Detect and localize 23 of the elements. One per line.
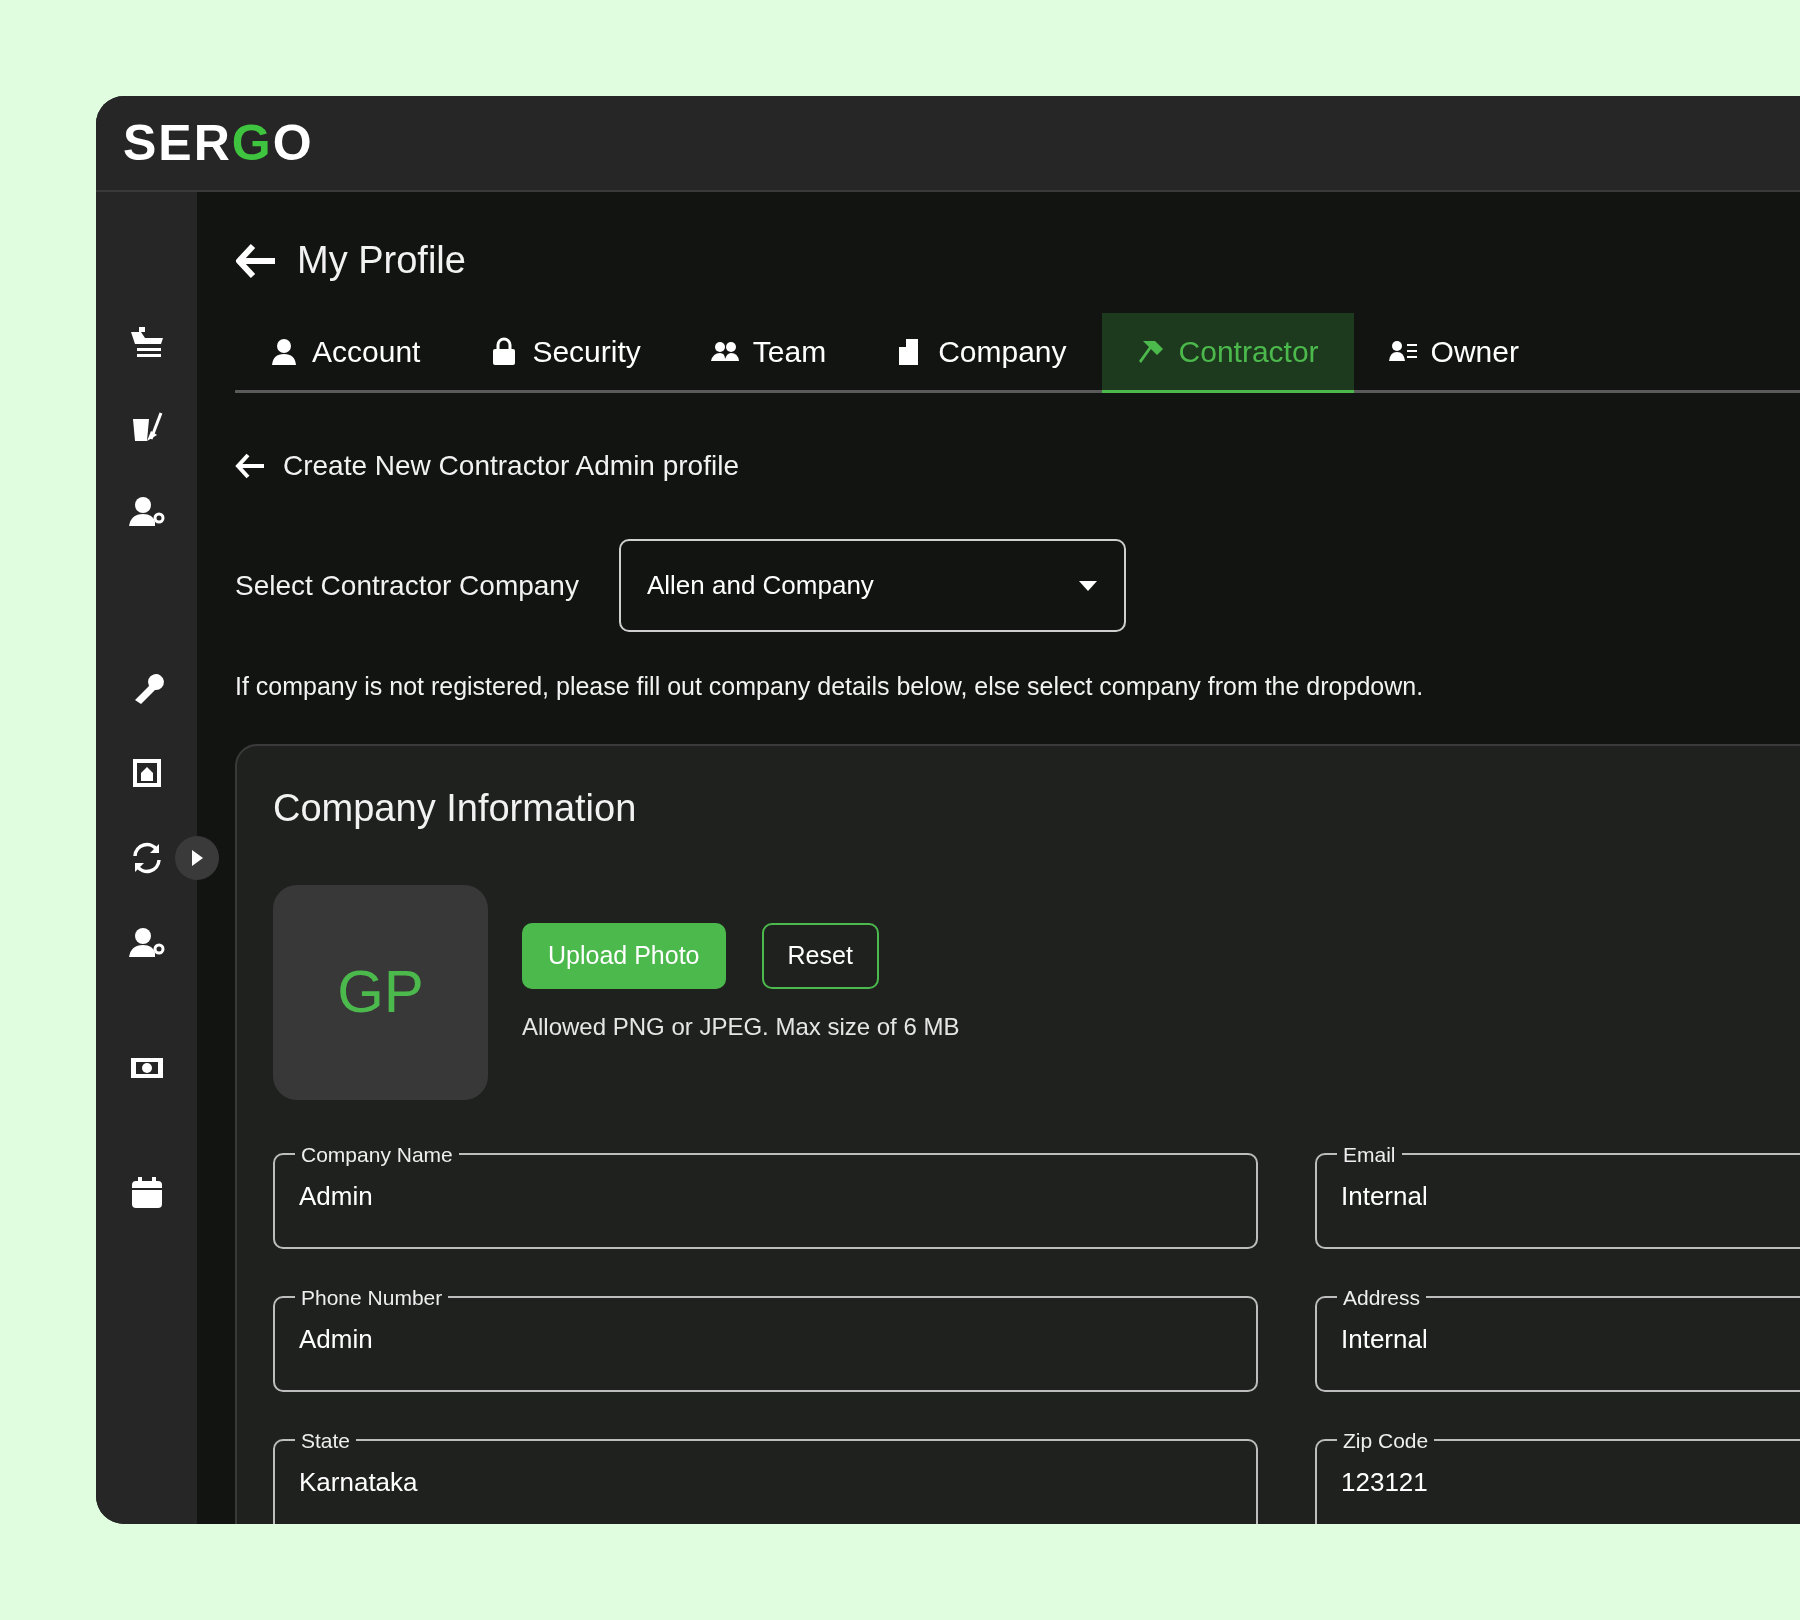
card-title: Company Information (273, 785, 638, 831)
back-arrow-icon[interactable] (235, 453, 265, 479)
tab[interactable]: Contractor (1101, 313, 1354, 393)
logo: SERGO (123, 118, 314, 168)
help-text: If company is not registered, please fill out company details below, else select company from the dropdown. (235, 671, 1425, 702)
expand-button[interactable] (175, 836, 219, 880)
avatar: GP (273, 884, 488, 1100)
field-label: Select Contractor Company (235, 568, 579, 603)
tab[interactable]: Company (861, 313, 1102, 393)
ship-icon[interactable] (128, 324, 165, 360)
tab[interactable]: Team (675, 313, 862, 393)
caret-icon (190, 849, 204, 867)
caret-icon (1077, 579, 1098, 592)
help-text: Allowed PNG or JPEG. Max size of 6 MB (522, 1011, 960, 1042)
tab[interactable]: Account (235, 313, 456, 393)
page-title: My Profile (297, 238, 466, 283)
tab[interactable]: Owner (1353, 313, 1554, 393)
user-icon (270, 336, 298, 367)
reset-button[interactable]: Reset (761, 922, 879, 989)
company-dropdown[interactable]: Allen and Company (618, 539, 1126, 632)
back-arrow-icon[interactable] (235, 242, 277, 279)
tab[interactable]: Security (455, 313, 676, 393)
section-title: Create New Contractor Admin profile (283, 449, 739, 483)
